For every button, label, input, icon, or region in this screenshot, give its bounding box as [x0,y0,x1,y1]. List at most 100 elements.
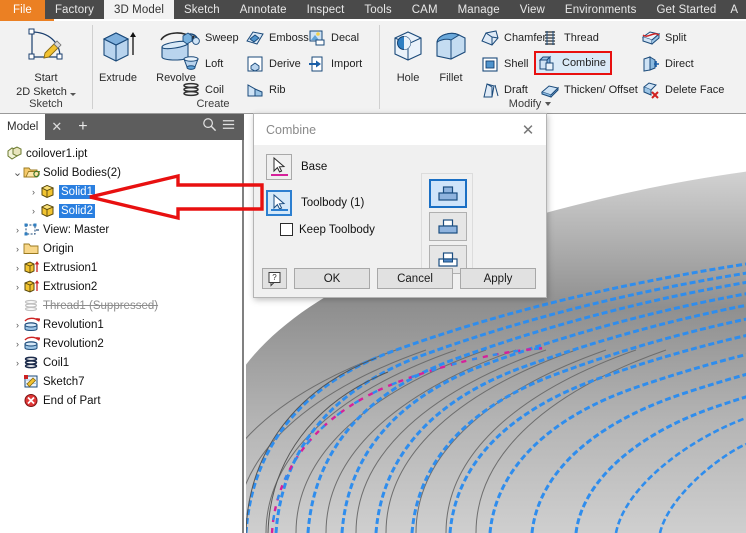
chevron-right-icon[interactable]: › [12,263,23,273]
start-2d-sketch-button[interactable]: Start 2D Sketch [13,27,79,98]
tree-item-solid1[interactable]: › Solid1 [0,182,242,201]
delete-face-button[interactable]: Delete Face [641,79,724,101]
derive-icon [245,55,265,73]
browser-tab-bar: Model ✕ + [0,114,244,140]
chevron-down-icon[interactable]: ⌄ [12,166,23,179]
menu-item-tools[interactable]: Tools [354,0,401,19]
part-file-icon [6,146,23,161]
tree-item-solid-bodies[interactable]: ⌄ Solid Bodies(2) [0,163,242,182]
tree-item-end-of-part[interactable]: End of Part [0,391,242,410]
fillet-icon [431,27,471,70]
fillet-button[interactable]: Fillet [425,27,477,84]
split-button[interactable]: Split [641,27,686,49]
solid-body-icon [39,203,56,218]
chevron-right-icon[interactable]: › [12,358,23,368]
keep-toolbody-checkbox[interactable] [280,223,293,236]
menu-item-get-started[interactable]: Get Started [646,0,726,19]
emboss-button[interactable]: Emboss [245,27,309,49]
chevron-right-icon[interactable]: › [12,225,23,235]
combine-button[interactable]: Combine [534,51,613,75]
loft-button[interactable]: Loft [181,53,223,75]
chevron-right-icon[interactable]: › [12,320,23,330]
menu-item-cam[interactable]: CAM [402,0,448,19]
import-button[interactable]: Import [307,53,362,75]
chevron-right-icon[interactable]: › [28,187,39,197]
boolean-cut-button[interactable] [429,212,467,241]
tree-item-revolution1[interactable]: › Revolution1 [0,315,242,334]
thread-label: Thread [564,32,599,44]
chevron-right-icon[interactable]: › [28,206,39,216]
coil-label: Coil [205,84,224,96]
browser-tab-model[interactable]: Model [0,114,46,140]
tree-item-sketch7[interactable]: Sketch7 [0,372,242,391]
menu-label: Annotate [239,3,287,16]
ribbon-panel-create: Extrude Revolve Sweep Loft Coil Emboss D… [93,21,379,113]
browser-tab-actions [202,114,244,140]
derive-button[interactable]: Derive [245,53,301,75]
search-icon[interactable] [202,117,217,137]
add-tab-button[interactable]: + [68,114,97,140]
tree-item-coil1[interactable]: › Coil1 [0,353,242,372]
menu-item-inspect[interactable]: Inspect [297,0,355,19]
coil-icon [23,355,40,370]
menu-item-file[interactable]: File [0,0,45,19]
panel-title-modify-row[interactable]: Modify [460,98,600,110]
cancel-button[interactable]: Cancel [377,268,453,289]
dialog-title-bar[interactable]: Combine ✕ [254,114,546,145]
tree-item-thread1[interactable]: Thread1 (Suppressed) [0,296,242,315]
tree-item-revolution2[interactable]: › Revolution2 [0,334,242,353]
chevron-right-icon[interactable]: › [12,244,23,254]
hole-label: Hole [396,72,420,84]
base-label: Base [301,161,328,173]
shell-button[interactable]: Shell [480,53,528,75]
chevron-right-icon[interactable]: › [12,282,23,292]
menu-item-environments[interactable]: Environments [555,0,647,19]
fillet-label: Fillet [439,72,463,84]
help-button[interactable]: ? [262,268,287,289]
tree-item-extrusion1[interactable]: › Extrusion1 [0,258,242,277]
direct-button[interactable]: Direct [641,53,694,75]
chevron-down-icon[interactable] [69,92,76,96]
menu-item-manage[interactable]: Manage [448,0,510,19]
base-select-button[interactable] [266,154,292,180]
toolbody-select-button[interactable] [266,190,292,216]
extrude-button[interactable]: Extrude [85,27,151,84]
solid-body-icon [39,184,56,199]
ok-button[interactable]: OK [294,268,370,289]
hamburger-menu-icon[interactable] [221,117,236,137]
menu-item-sketch[interactable]: Sketch [174,0,230,19]
tree-item-origin[interactable]: › Origin [0,239,242,258]
boolean-operation-group [421,173,473,274]
tree-item-view-master[interactable]: › View: Master [0,220,242,239]
panel-title-create: Create [196,98,230,110]
close-icon[interactable]: ✕ [514,117,542,143]
decal-button[interactable]: Decal [307,27,359,49]
thicken-offset-label: Thicken/ Offset [564,84,638,96]
chamfer-button[interactable]: Chamfer [480,27,546,49]
panel-title-modify: Modify [508,98,542,110]
tree-item-coilover1[interactable]: coilover1.ipt [0,144,242,163]
combine-icon [538,54,558,72]
tree-item-solid2[interactable]: › Solid2 [0,201,242,220]
dialog-footer: ? OK Cancel Apply [254,260,546,297]
sweep-button[interactable]: Sweep [181,27,239,49]
menu-item-view[interactable]: View [510,0,555,19]
chevron-right-icon[interactable]: › [12,339,23,349]
tree-item-label: Sketch7 [43,375,85,388]
tree-item-label: Origin [43,242,74,255]
apply-button[interactable]: Apply [460,268,536,289]
keep-toolbody-row[interactable]: Keep Toolbody [280,223,375,236]
tree-item-label: View: Master [43,223,110,236]
menu-item-clipped[interactable]: A [726,0,742,19]
close-icon[interactable]: ✕ [45,114,68,140]
menu-item-3d-model[interactable]: 3D Model [103,0,175,19]
menu-item-annotate[interactable]: Annotate [230,0,297,19]
thread-button[interactable]: Thread [540,27,599,49]
tree-item-extrusion2[interactable]: › Extrusion2 [0,277,242,296]
menu-item-factory[interactable]: Factory [45,0,104,19]
view-icon [23,222,40,237]
boolean-join-button[interactable] [429,179,467,208]
chevron-down-icon[interactable] [545,102,552,106]
help-icon: ? [268,271,280,287]
model-tree: coilover1.ipt ⌄ Solid Bodies(2) › Solid1… [0,140,242,410]
